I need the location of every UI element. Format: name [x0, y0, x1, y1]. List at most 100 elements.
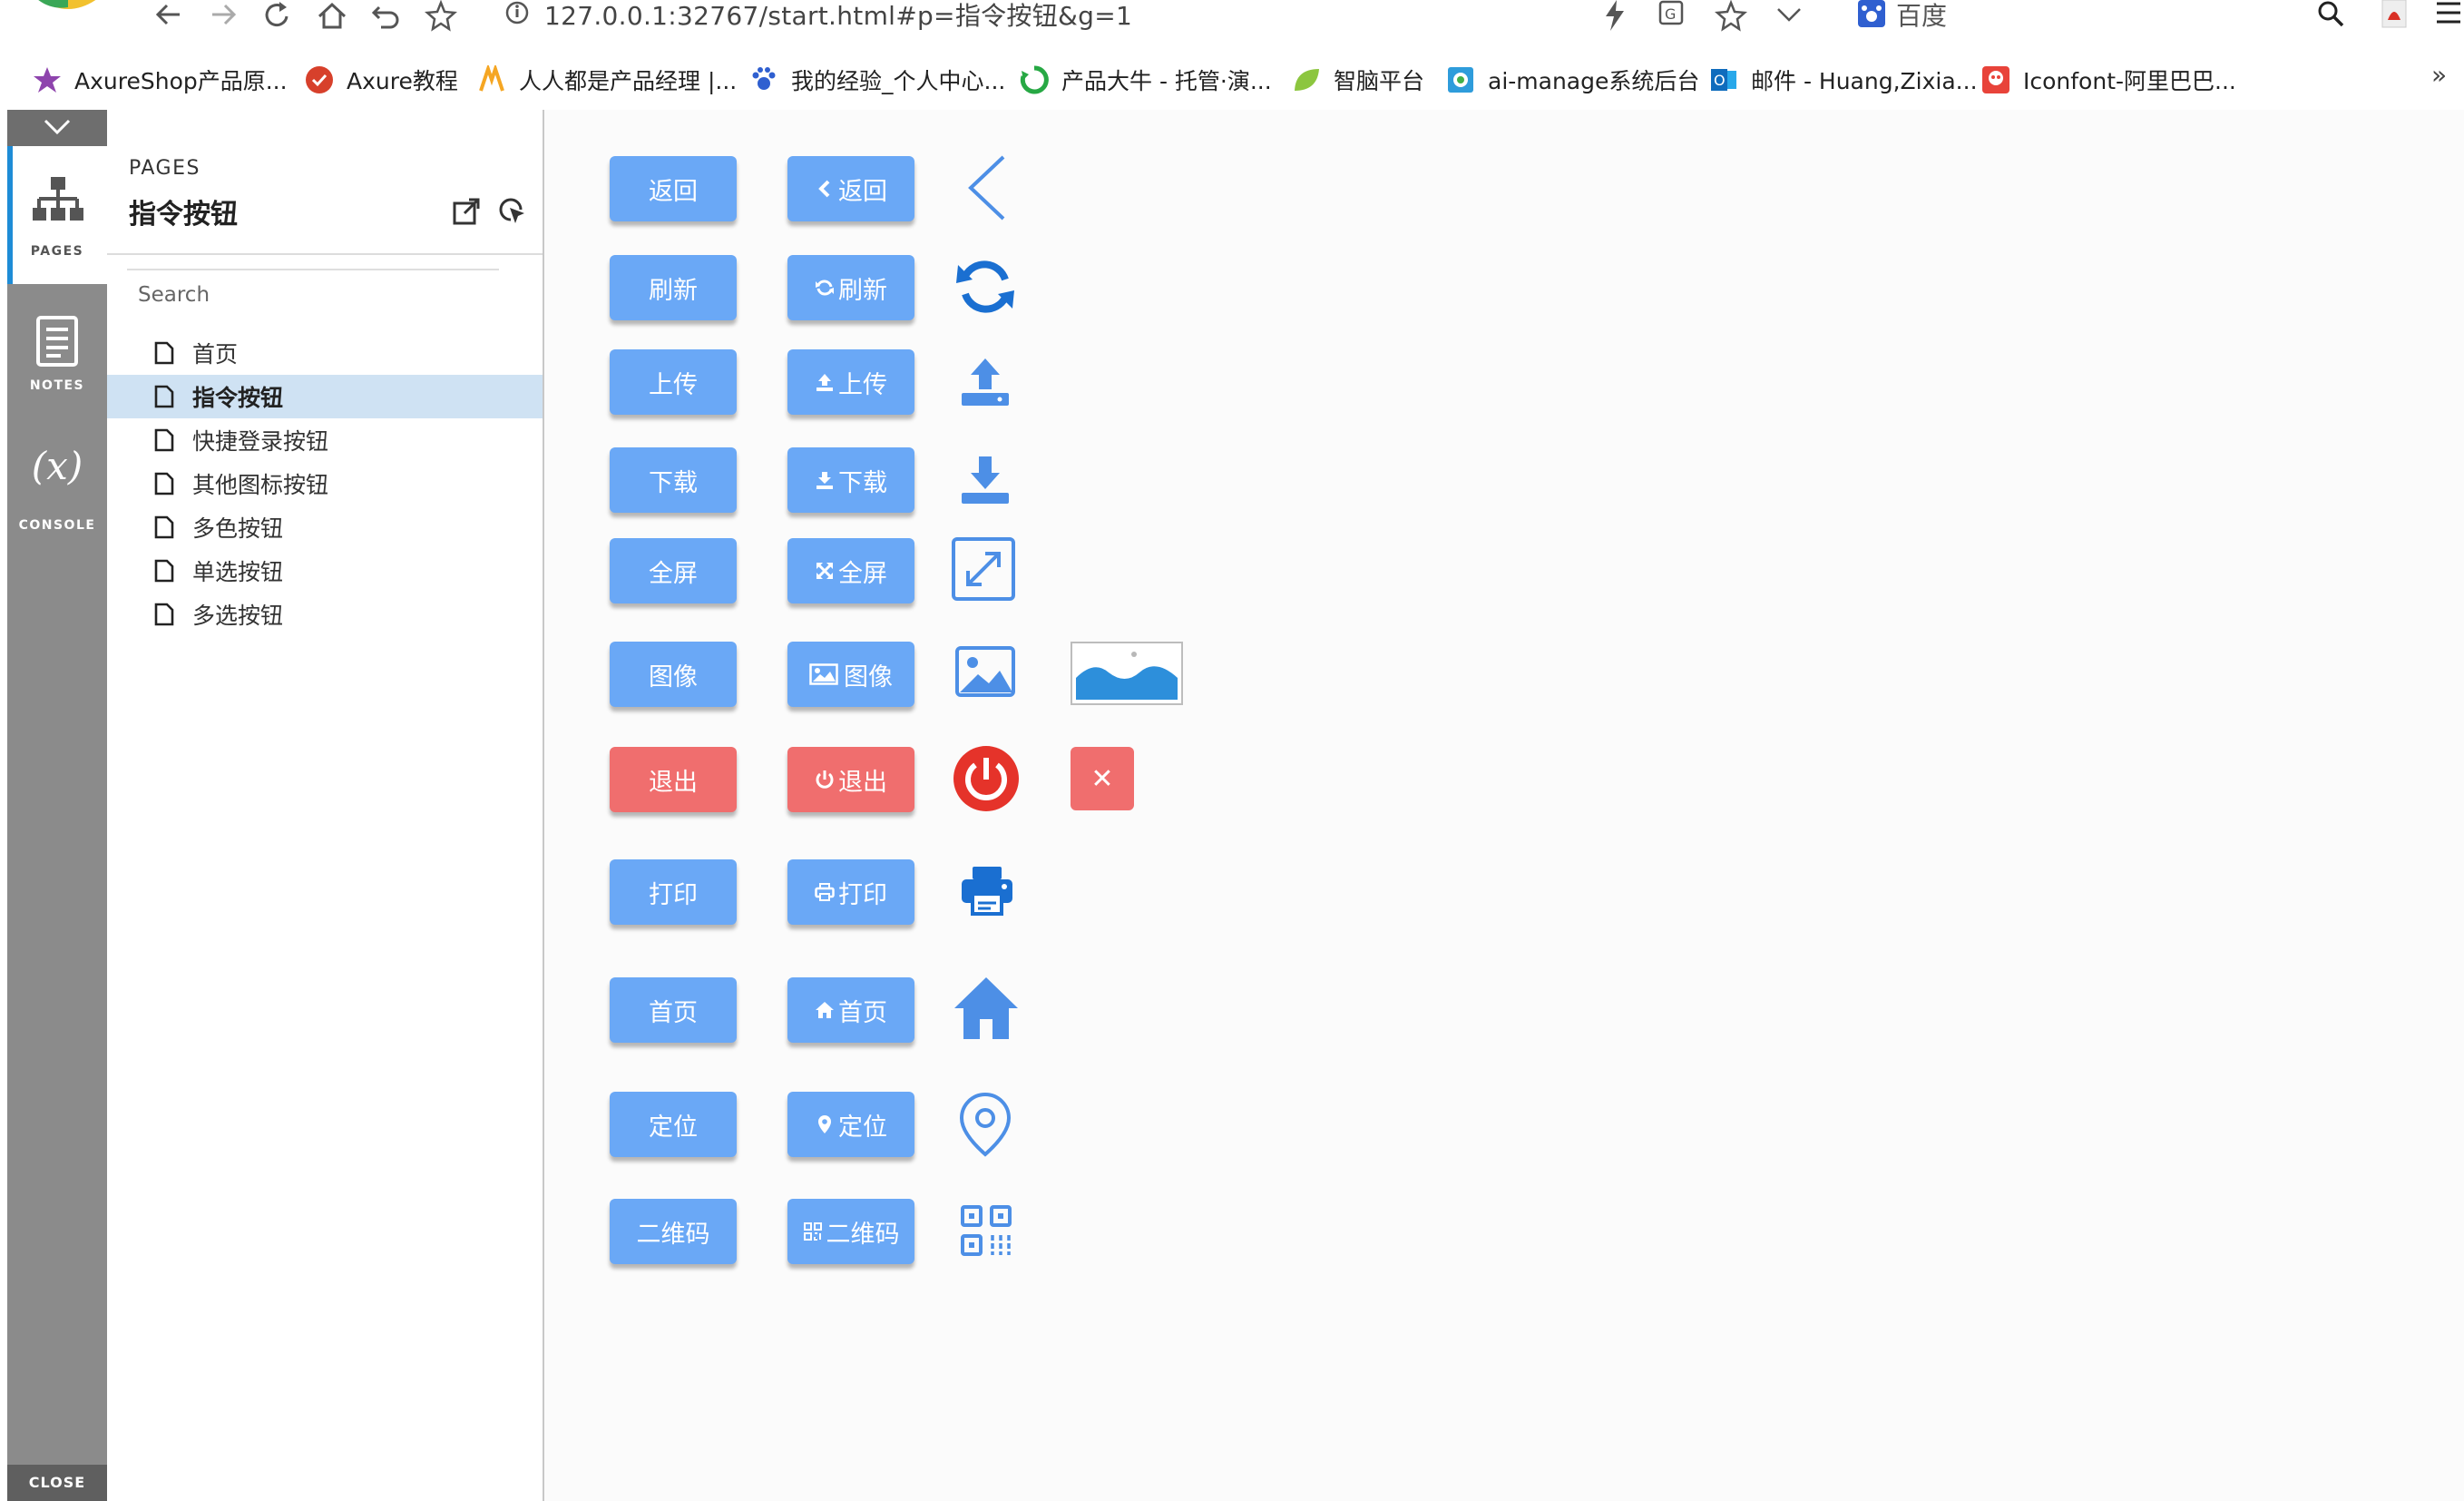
- fullscreen-button[interactable]: 全屏: [610, 538, 737, 603]
- bookmark-star-icon[interactable]: [425, 0, 457, 33]
- upload-icon-button[interactable]: 上传: [787, 349, 914, 415]
- rail-tab-pages[interactable]: PAGES: [7, 146, 107, 284]
- page-item-radio-buttons[interactable]: 单选按钮: [107, 549, 543, 593]
- locate-page-icon[interactable]: [497, 197, 526, 226]
- svg-text:G: G: [1665, 5, 1676, 23]
- chevron-down-icon[interactable]: [1773, 0, 1805, 33]
- page-doc-icon: [154, 603, 174, 626]
- home-icon-button[interactable]: 首页: [787, 977, 914, 1043]
- download-icon[interactable]: [960, 455, 1011, 505]
- back-icon-button[interactable]: 返回: [787, 156, 914, 221]
- bookmark-axureshop[interactable]: AxureShop产品原...: [33, 62, 288, 98]
- home-icon[interactable]: [953, 976, 1020, 1041]
- site-info-icon[interactable]: [501, 0, 533, 33]
- outlook-icon: O: [1711, 69, 1736, 91]
- qrcode-button[interactable]: 二维码: [610, 1199, 737, 1264]
- qrcode-icon[interactable]: [960, 1204, 1012, 1257]
- logout-icon-button[interactable]: 退出: [787, 747, 914, 812]
- bookmark-outlook-mail[interactable]: O 邮件 - Huang,Zixia...: [1709, 62, 1978, 98]
- browser-logo-icon: [38, 0, 96, 9]
- pdf-extension-icon[interactable]: [2379, 0, 2411, 33]
- undo-icon[interactable]: [370, 0, 403, 33]
- page-doc-icon: [154, 559, 174, 583]
- bookmark-ai-manage[interactable]: ai-manage系统后台: [1446, 62, 1699, 98]
- favorite-star-icon[interactable]: [1715, 0, 1747, 33]
- open-in-new-icon[interactable]: [452, 197, 481, 226]
- location-button[interactable]: 定位: [610, 1092, 737, 1157]
- chevron-left-icon: [818, 180, 830, 198]
- location-icon-button[interactable]: 定位: [787, 1092, 914, 1157]
- print-icon[interactable]: [960, 865, 1014, 916]
- page-item-home[interactable]: 首页: [107, 331, 543, 375]
- image-icon[interactable]: [954, 645, 1016, 698]
- home-button[interactable]: 首页: [610, 977, 737, 1043]
- lightning-icon[interactable]: [1599, 0, 1631, 33]
- bookmarks-more-button[interactable]: »: [2431, 60, 2447, 90]
- translate-icon[interactable]: G: [1657, 0, 1689, 33]
- qrcode-icon: [803, 1222, 822, 1241]
- baidu-paw-icon: [752, 67, 776, 90]
- bookmark-iconfont[interactable]: Iconfont-阿里巴巴...: [1981, 62, 2236, 98]
- bookmark-axure-tutorial[interactable]: Axure教程: [305, 62, 458, 98]
- image-button[interactable]: 图像: [610, 642, 737, 707]
- upload-icon[interactable]: [960, 357, 1011, 407]
- page-doc-icon: [154, 515, 174, 539]
- print-icon-button[interactable]: 打印: [787, 859, 914, 925]
- reload-icon[interactable]: [261, 0, 294, 33]
- home-nav-icon[interactable]: [316, 0, 348, 33]
- bookmark-my-experience[interactable]: 我的经验_个人中心...: [749, 62, 1005, 98]
- image-icon-button[interactable]: 图像: [787, 642, 914, 707]
- fullscreen-icon-button[interactable]: 全屏: [787, 538, 914, 603]
- page-tree: 首页 指令按钮 快捷登录按钮 其他图标按钮 多色按钮 单选按钮 多选按钮: [107, 331, 543, 636]
- back-button[interactable]: 返回: [610, 156, 737, 221]
- upload-button[interactable]: 上传: [610, 349, 737, 415]
- qrcode-icon-button[interactable]: 二维码: [787, 1199, 914, 1264]
- page-item-other-icon-buttons[interactable]: 其他图标按钮: [107, 462, 543, 505]
- rail-tab-notes[interactable]: NOTES: [7, 284, 107, 420]
- ai-manage-icon: [1448, 67, 1473, 93]
- refresh-button[interactable]: 刷新: [610, 255, 737, 320]
- download-icon: [816, 472, 833, 489]
- page-doc-icon: [154, 385, 174, 408]
- page-item-checkbox-buttons[interactable]: 多选按钮: [107, 593, 543, 636]
- axureshop-icon: [34, 67, 61, 93]
- panel-section-label: PAGES: [129, 157, 200, 180]
- refresh-icon: [816, 280, 834, 296]
- search-engine-label[interactable]: 百度: [1896, 0, 1947, 33]
- forward-arrow-icon[interactable]: [207, 0, 240, 33]
- page-item-quick-login-buttons[interactable]: 快捷登录按钮: [107, 418, 543, 462]
- close-button[interactable]: ✕: [1071, 747, 1134, 810]
- rail-tab-console[interactable]: (x) CONSOLE: [7, 420, 107, 556]
- page-item-command-buttons[interactable]: 指令按钮: [107, 375, 543, 418]
- page-doc-icon: [154, 428, 174, 452]
- download-icon-button[interactable]: 下载: [787, 447, 914, 513]
- search-input[interactable]: [127, 269, 499, 312]
- fullscreen-icon[interactable]: [951, 536, 1016, 602]
- bookmark-zhinao[interactable]: 智脑平台: [1292, 62, 1424, 98]
- bookmark-woshipm[interactable]: 人人都是产品经理 |...: [477, 62, 737, 98]
- page-item-multicolor-buttons[interactable]: 多色按钮: [107, 505, 543, 549]
- close-icon: ✕: [1090, 762, 1114, 795]
- power-icon[interactable]: [953, 745, 1020, 812]
- logout-button[interactable]: 退出: [610, 747, 737, 812]
- url-field[interactable]: 127.0.0.1:32767/start.html#p=指令按钮&g=1: [544, 0, 1132, 33]
- search-icon[interactable]: [2315, 0, 2348, 33]
- print-button[interactable]: 打印: [610, 859, 737, 925]
- back-arrow-icon[interactable]: [152, 0, 185, 33]
- home-icon: [816, 1002, 834, 1018]
- console-icon: (x): [31, 444, 83, 488]
- refresh-icon[interactable]: [954, 256, 1016, 318]
- panel-divider: [107, 253, 543, 255]
- refresh-icon-button[interactable]: 刷新: [787, 255, 914, 320]
- rail-notes-label: NOTES: [29, 378, 85, 393]
- collapse-rail-button[interactable]: [7, 110, 107, 146]
- menu-icon[interactable]: [2433, 0, 2464, 33]
- download-button[interactable]: 下载: [610, 447, 737, 513]
- baidu-paw-icon: [1858, 0, 1885, 27]
- svg-text:O: O: [1714, 72, 1726, 89]
- chevron-left-icon[interactable]: [963, 153, 1009, 222]
- page-title: 指令按钮: [129, 199, 238, 231]
- bookmark-pmdaniu[interactable]: 产品大牛 - 托管·演...: [1020, 62, 1272, 98]
- location-icon[interactable]: [958, 1092, 1012, 1157]
- close-rail-button[interactable]: CLOSE: [7, 1465, 107, 1501]
